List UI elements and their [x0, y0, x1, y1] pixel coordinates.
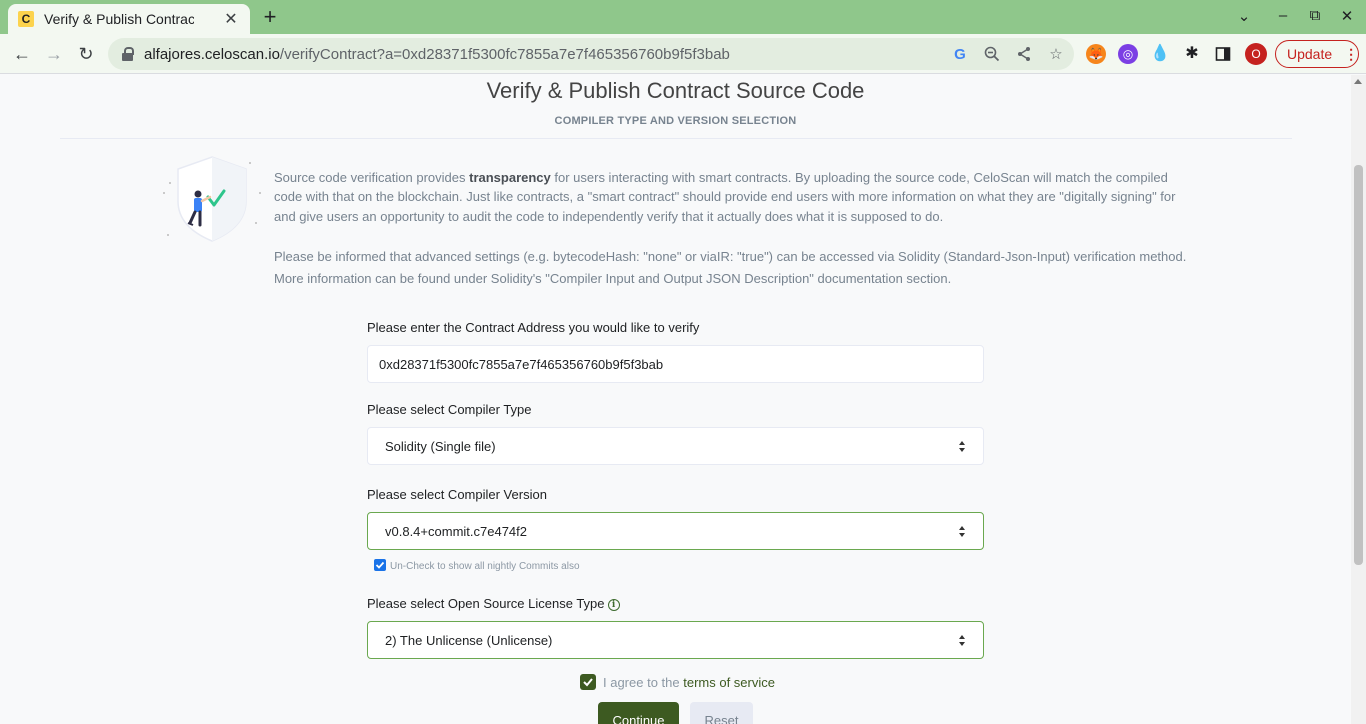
terms-checkbox[interactable] [580, 674, 596, 690]
tab-strip: C Verify & Publish Contract Source Code … [0, 0, 1366, 34]
terms-of-service-link[interactable]: terms of service [683, 675, 775, 690]
sidepanel-icon[interactable] [1213, 44, 1233, 64]
intro-text: Source code verification provides transp… [274, 170, 1176, 224]
reload-icon[interactable]: ↻ [74, 42, 98, 66]
nightly-commits-label: Un-Check to show all nightly Commits als… [390, 561, 580, 572]
scrollbar-thumb[interactable] [1354, 165, 1363, 565]
select-arrows-icon [959, 441, 967, 453]
share-icon[interactable] [1015, 46, 1033, 64]
minimize-icon[interactable]: – [1273, 7, 1293, 24]
close-tab-icon[interactable]: ✕ [222, 9, 240, 29]
profile-avatar[interactable]: O [1245, 43, 1267, 65]
compiler-type-select[interactable]: Solidity (Single file) [367, 427, 984, 465]
extension-icon[interactable]: ◎ [1118, 44, 1138, 64]
address-label: Please enter the Contract Address you wo… [367, 320, 700, 335]
select-arrows-icon [959, 635, 967, 647]
license-label: Please select Open Source License Type i [367, 596, 620, 611]
restore-icon[interactable]: ⧉ [1305, 7, 1325, 24]
forward-icon[interactable]: → [42, 42, 66, 66]
compiler-type-value: Solidity (Single file) [385, 438, 496, 454]
info-icon[interactable]: i [607, 599, 620, 611]
tab-search-icon[interactable]: ⌄ [1234, 7, 1254, 25]
back-icon[interactable]: ← [10, 42, 34, 66]
browser-toolbar: ← → ↻ alfajores.celoscan.io/verifyContra… [0, 34, 1366, 74]
page-scrollbar[interactable] [1351, 75, 1366, 724]
license-type-select[interactable]: 2) The Unlicense (Unlicense) [367, 621, 984, 659]
address-bar[interactable]: alfajores.celoscan.io/verifyContract?a=0… [108, 38, 1074, 70]
puzzle-icon[interactable]: ✱ [1182, 44, 1202, 64]
celoscan-favicon-icon: C [18, 11, 34, 27]
contract-address-input[interactable]: 0xd28371f5300fc7855a7e7f465356760b9f5f3b… [367, 345, 984, 383]
google-icon[interactable]: G [951, 46, 969, 64]
scroll-up-icon[interactable] [1354, 79, 1362, 84]
nightly-commits-checkbox[interactable] [374, 559, 386, 571]
compiler-type-label: Please select Compiler Type [367, 402, 532, 417]
browser-tab[interactable]: C Verify & Publish Contract Source Code … [8, 4, 250, 34]
license-type-value: 2) The Unlicense (Unlicense) [385, 632, 553, 648]
terms-label: I agree to the terms of service [603, 675, 775, 690]
page-title: Verify & Publish Contract Source Code [486, 78, 865, 103]
compiler-version-value: v0.8.4+commit.c7e474f2 [385, 523, 527, 539]
close-window-icon[interactable]: ✕ [1337, 7, 1357, 25]
verification-illustration [160, 153, 264, 245]
reset-button[interactable]: Reset [690, 702, 753, 724]
compiler-version-select[interactable]: v0.8.4+commit.c7e474f2 [367, 512, 984, 550]
page-content: Verify & Publish Contract Source Code CO… [0, 75, 1351, 724]
droplet-icon[interactable]: 💧 [1150, 44, 1170, 64]
compiler-version-label: Please select Compiler Version [367, 487, 547, 502]
contract-address-value: 0xd28371f5300fc7855a7e7f465356760b9f5f3b… [379, 356, 664, 372]
tab-title: Verify & Publish Contract Source Code | … [44, 11, 194, 27]
continue-button[interactable]: Continue [598, 702, 679, 724]
update-button[interactable]: Update ⋮ [1275, 40, 1359, 68]
more-icon: ⋮ [1344, 45, 1359, 62]
metamask-icon[interactable]: 🦊 [1086, 44, 1106, 64]
update-label: Update [1287, 46, 1333, 62]
url-text[interactable]: alfajores.celoscan.io/verifyContract?a=0… [144, 46, 730, 63]
advanced-settings-note: Please be informed that advanced setting… [274, 249, 1187, 286]
new-tab-button[interactable]: + [258, 6, 282, 30]
page-subtitle: COMPILER TYPE AND VERSION SELECTION [554, 115, 797, 127]
lock-icon[interactable] [122, 47, 134, 61]
divider [60, 138, 1292, 139]
star-icon[interactable]: ☆ [1047, 46, 1065, 64]
select-arrows-icon [959, 526, 967, 538]
zoom-out-icon[interactable] [983, 46, 1001, 64]
